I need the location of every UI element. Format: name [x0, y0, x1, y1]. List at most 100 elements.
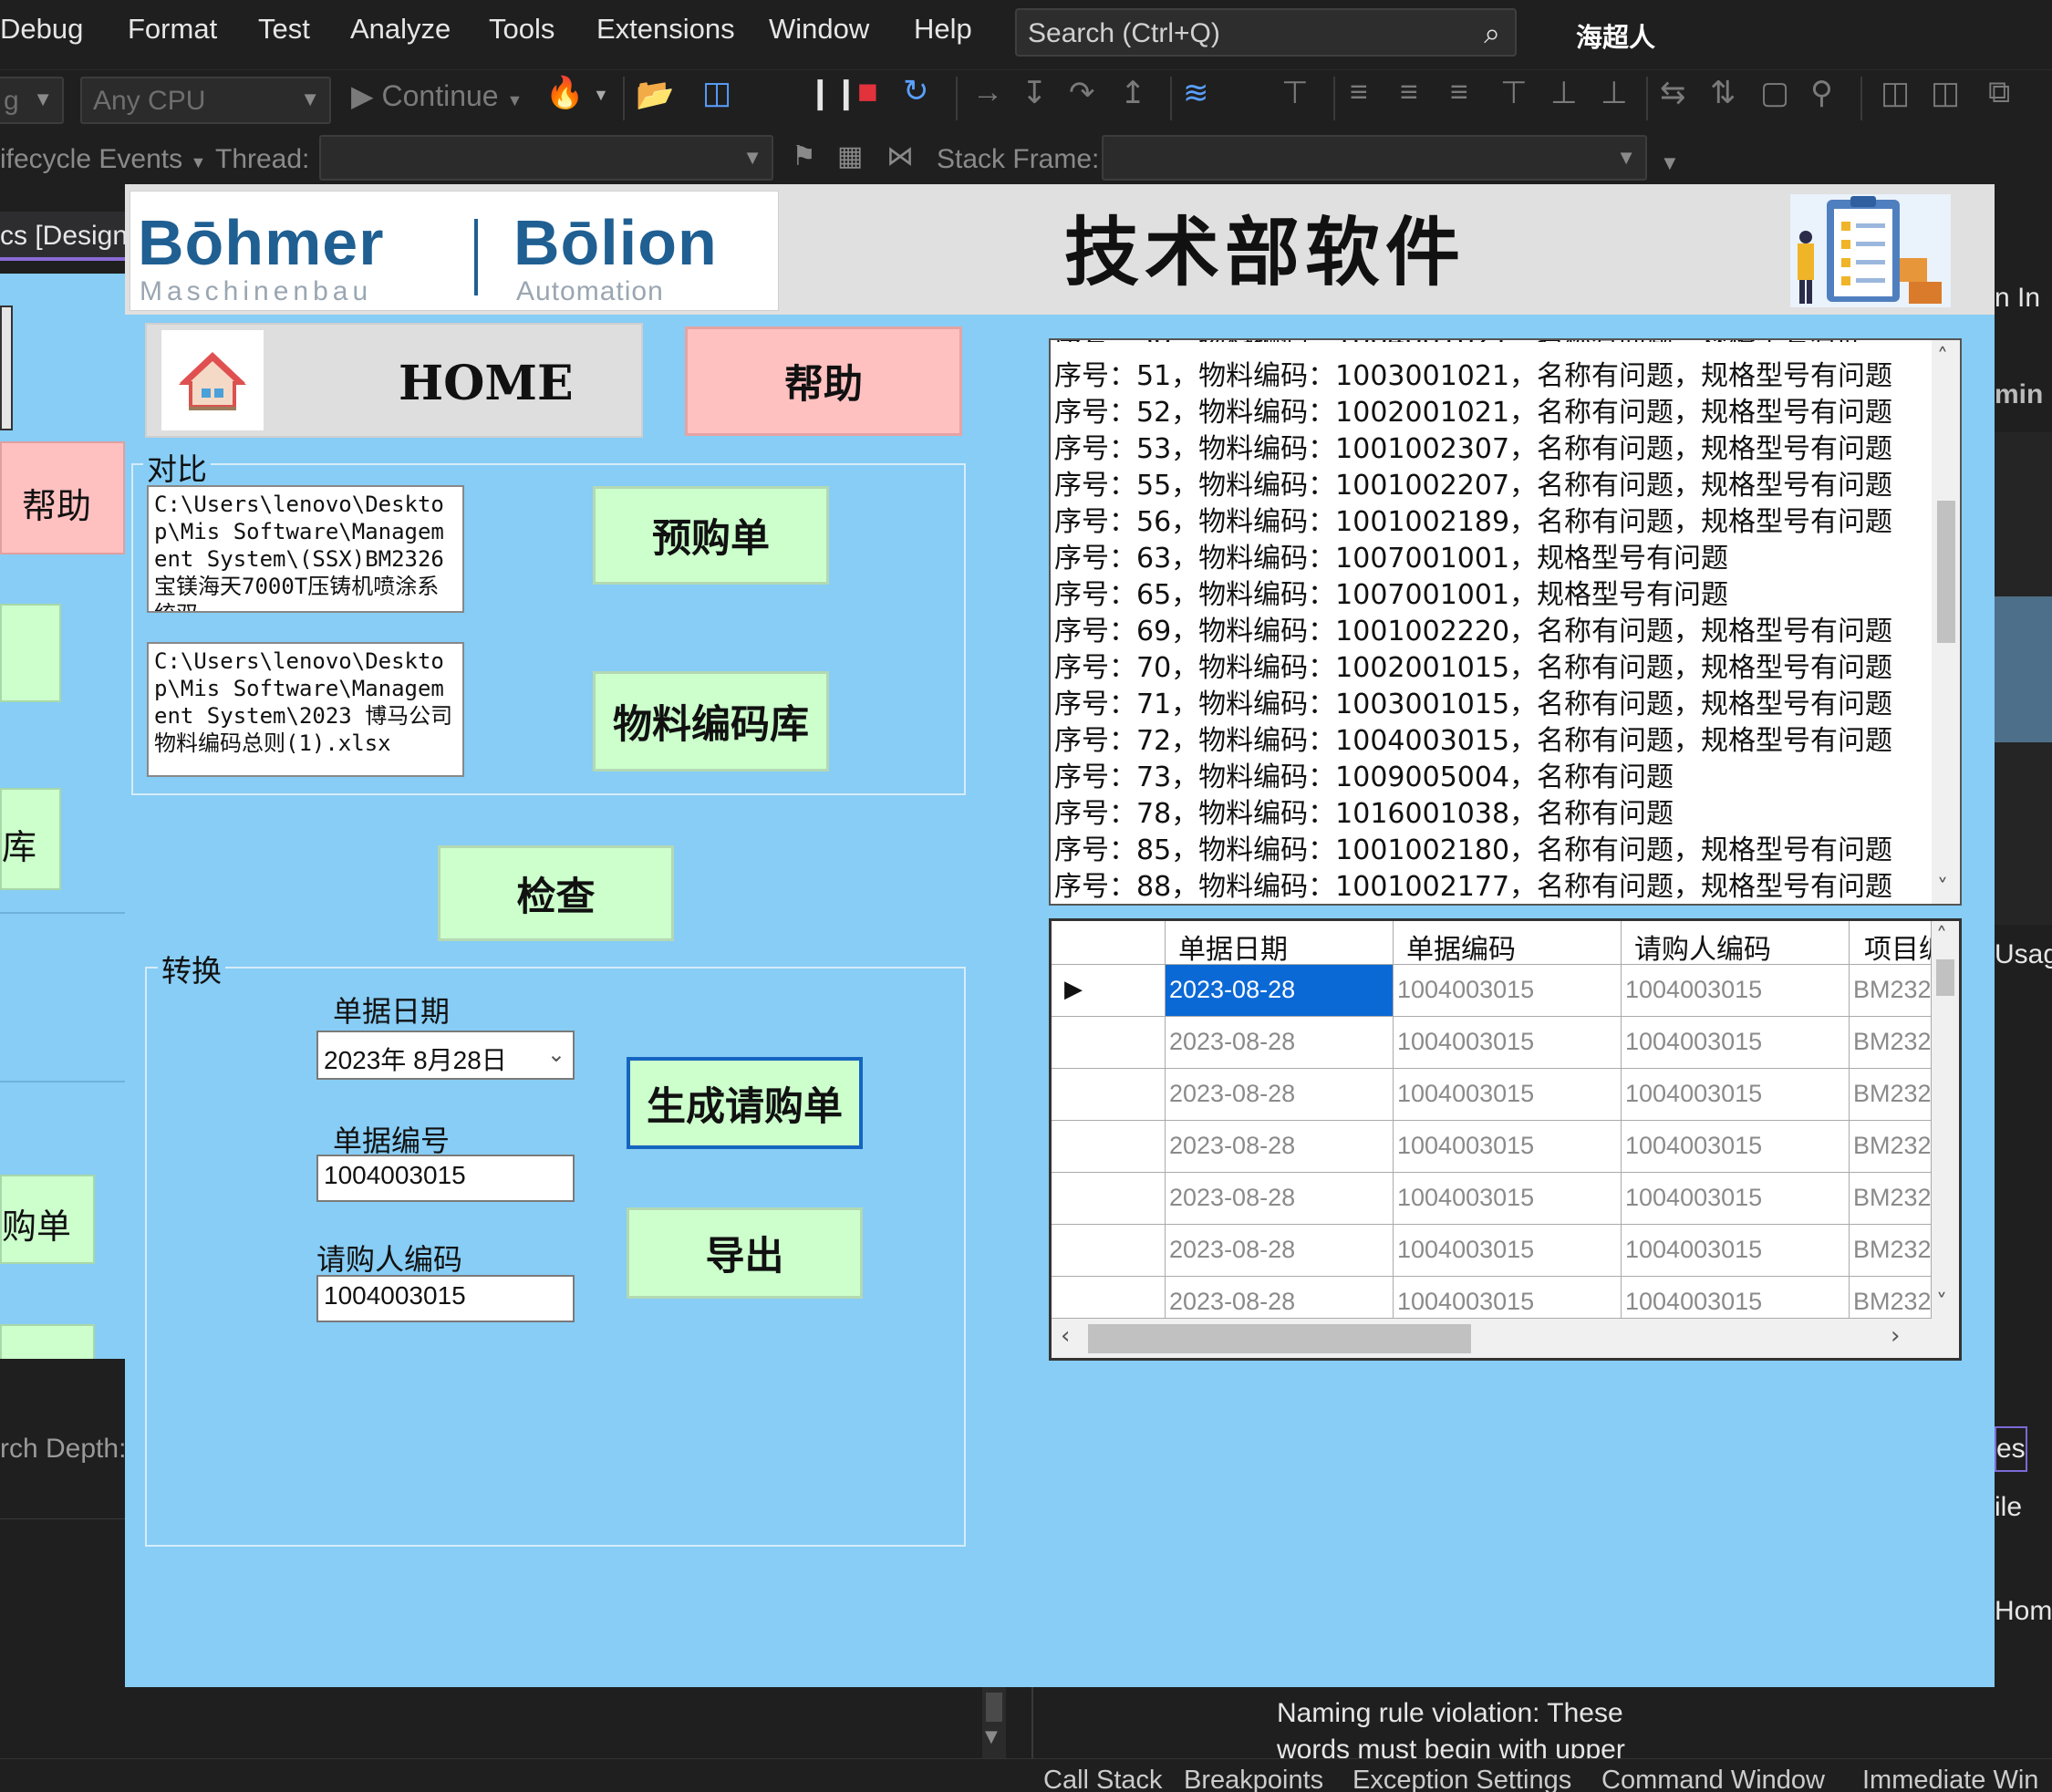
stack-frame-combo[interactable]: ▼	[1102, 135, 1647, 181]
grid-cell[interactable]: BM2326	[1850, 1017, 1932, 1069]
chevron-down-icon[interactable]: ⌄	[547, 1041, 565, 1068]
grid-cell[interactable]: 1004003015	[1394, 965, 1622, 1017]
grid-cell[interactable]: 1004003015	[1622, 1277, 1850, 1319]
row-header[interactable]	[1052, 1069, 1166, 1121]
material-lib-button[interactable]: 物料编码库	[593, 671, 829, 772]
menu-window[interactable]: Window	[769, 13, 869, 46]
check-button[interactable]: 检查	[438, 845, 674, 941]
step-over-icon[interactable]: ↷	[1069, 75, 1095, 111]
threads-icon[interactable]: ▦	[837, 140, 863, 172]
chevron-down-icon[interactable]: ˅	[1937, 875, 1948, 900]
solution-config-combo[interactable]: g ▼	[0, 77, 64, 124]
chevron-down-icon[interactable]: ▼	[593, 86, 609, 105]
formatting-icon[interactable]: ⊤	[1281, 75, 1309, 111]
grid-cell[interactable]: 1004003015	[1622, 1173, 1850, 1225]
grid-cell[interactable]: 1004003015	[1394, 1225, 1622, 1277]
row-header[interactable]	[1052, 1277, 1166, 1319]
grid-cell[interactable]: 1004003015	[1394, 1069, 1622, 1121]
open-folder-icon[interactable]: 📂	[636, 77, 674, 113]
sheet-path-box[interactable]: C:\Users\lenovo\Desktop\Mis Software\Man…	[147, 485, 464, 613]
filter-icon[interactable]: ⋈	[886, 140, 914, 172]
column-header[interactable]: 单据编码	[1394, 921, 1622, 966]
flag-icon[interactable]: ⚑	[792, 140, 816, 172]
user-name[interactable]: 海超人	[1576, 16, 1655, 55]
column-header[interactable]: 单据日期	[1166, 921, 1394, 966]
tab-immediate-window[interactable]: Immediate Win	[1862, 1766, 2038, 1792]
tab-breakpoints[interactable]: Breakpoints	[1184, 1766, 1323, 1792]
sign-in-label[interactable]: n In	[1995, 283, 2040, 314]
stop-icon[interactable]: ■	[857, 73, 878, 112]
align-center-icon[interactable]: ≡	[1400, 75, 1418, 110]
align-bottom-icon[interactable]: ⊥	[1601, 75, 1628, 111]
vertical-spacing-icon[interactable]: ⇅	[1710, 75, 1736, 111]
horizontal-spacing-icon[interactable]: ⇆	[1660, 75, 1686, 111]
requester-input[interactable]: 1004003015	[316, 1275, 575, 1322]
designer-tab[interactable]: cs [Design]	[0, 212, 135, 261]
grid-cell[interactable]: 2023-08-28	[1166, 1121, 1394, 1173]
lifecycle-events-dropdown[interactable]: ifecycle Events ▼	[0, 144, 206, 175]
date-picker[interactable]: 2023年 8月28日 ⌄	[316, 1031, 575, 1080]
align-left-icon[interactable]: ≡	[1350, 75, 1368, 110]
menu-analyze[interactable]: Analyze	[350, 13, 451, 46]
toolbar-overflow-icon[interactable]: ▼	[1660, 151, 1680, 175]
pause-icon[interactable]: ❙❙	[807, 75, 859, 111]
step-into-icon[interactable]: ↧	[1021, 75, 1048, 111]
step-out-icon[interactable]: ↥	[1120, 75, 1146, 111]
grid-cell[interactable]: 1004003015	[1622, 1017, 1850, 1069]
grid-cell[interactable]: 2023-08-28	[1166, 965, 1394, 1017]
grid-cell[interactable]: 1004003015	[1394, 1017, 1622, 1069]
bring-to-front-icon[interactable]: ⧉	[1988, 75, 2010, 110]
grid-horizontal-scrollbar[interactable]: ‹ ›	[1052, 1319, 1959, 1358]
chevron-down-icon[interactable]: ▼	[985, 1727, 998, 1746]
align-top-icon[interactable]: ⊤	[1500, 75, 1528, 111]
chevron-left-icon[interactable]: ‹	[1061, 1322, 1070, 1350]
row-header[interactable]: ▶	[1052, 965, 1166, 1017]
restart-icon[interactable]: ↻	[903, 73, 929, 109]
grid-vertical-scrollbar[interactable]: ˄ ˅	[1932, 921, 1959, 1319]
scrollbar-thumb[interactable]	[1937, 501, 1955, 643]
grid-cell[interactable]: 1004003015	[1394, 1121, 1622, 1173]
chevron-up-icon[interactable]: ˄	[1937, 344, 1948, 369]
size-to-grid-icon[interactable]: ▢	[1760, 75, 1789, 111]
grid-cell[interactable]: BM2326	[1850, 1121, 1932, 1173]
grid-cell[interactable]: 1004003015	[1394, 1277, 1622, 1319]
material-db-path-box[interactable]: C:\Users\lenovo\Desktop\Mis Software\Man…	[147, 642, 464, 777]
tab-exception-settings[interactable]: Exception Settings	[1352, 1766, 1571, 1792]
row-header[interactable]	[1052, 1225, 1166, 1277]
search-box[interactable]: Search (Ctrl+Q) ⌕	[1015, 8, 1517, 57]
grid-cell[interactable]: 2023-08-28	[1166, 1173, 1394, 1225]
grid-cell[interactable]: 1004003015	[1394, 1173, 1622, 1225]
column-header[interactable]: 项目编	[1850, 921, 1932, 965]
row-header[interactable]	[1052, 1173, 1166, 1225]
column-header[interactable]: 请购人编码	[1622, 921, 1850, 966]
help-button[interactable]: 帮助	[685, 326, 962, 436]
diagnostics-icon[interactable]: ≋	[1183, 75, 1209, 111]
panel-scrollbar[interactable]: ▼	[982, 1687, 1006, 1760]
row-header[interactable]	[1052, 1121, 1166, 1173]
menu-debug[interactable]: Debug	[0, 13, 83, 46]
menu-extensions[interactable]: Extensions	[596, 13, 735, 46]
align-right-icon[interactable]: ≡	[1450, 75, 1468, 110]
log-scrollbar[interactable]: ˄ ˅	[1932, 340, 1960, 904]
browser-icon[interactable]: ◫	[702, 75, 731, 111]
log-list-box[interactable]: 序号：50，物料编码：1004001021，名称有问题，规格型号有问题 序号：5…	[1049, 338, 1962, 906]
generate-requisition-button[interactable]: 生成请购单	[627, 1057, 863, 1149]
grid-cell[interactable]: 2023-08-28	[1166, 1277, 1394, 1319]
row-header[interactable]	[1052, 1017, 1166, 1069]
grid-cell[interactable]: 2023-08-28	[1166, 1225, 1394, 1277]
grid-cell[interactable]: BM2326	[1850, 965, 1932, 1017]
requisition-grid[interactable]: 单据日期 单据编码 请购人编码 项目编 ▶ 2023-08-28 1004003…	[1049, 918, 1962, 1361]
menu-help[interactable]: Help	[914, 13, 972, 46]
search-icon[interactable]: ⌕	[1484, 16, 1500, 51]
grid-cell[interactable]: 1004003015	[1622, 965, 1850, 1017]
continue-button[interactable]: ▶ Continue ▼	[351, 78, 523, 113]
menu-format[interactable]: Format	[128, 13, 217, 46]
grid-cell[interactable]: 2023-08-28	[1166, 1069, 1394, 1121]
grid-cell[interactable]: BM2326	[1850, 1069, 1932, 1121]
menu-tools[interactable]: Tools	[489, 13, 554, 46]
grid-cell[interactable]: BM2326	[1850, 1277, 1932, 1319]
grid-cell[interactable]: 1004003015	[1622, 1225, 1850, 1277]
chevron-up-icon[interactable]: ˄	[1936, 923, 1947, 948]
platform-combo[interactable]: Any CPU ▼	[80, 77, 331, 124]
center-horizontally-icon[interactable]: ◫	[1881, 75, 1910, 111]
